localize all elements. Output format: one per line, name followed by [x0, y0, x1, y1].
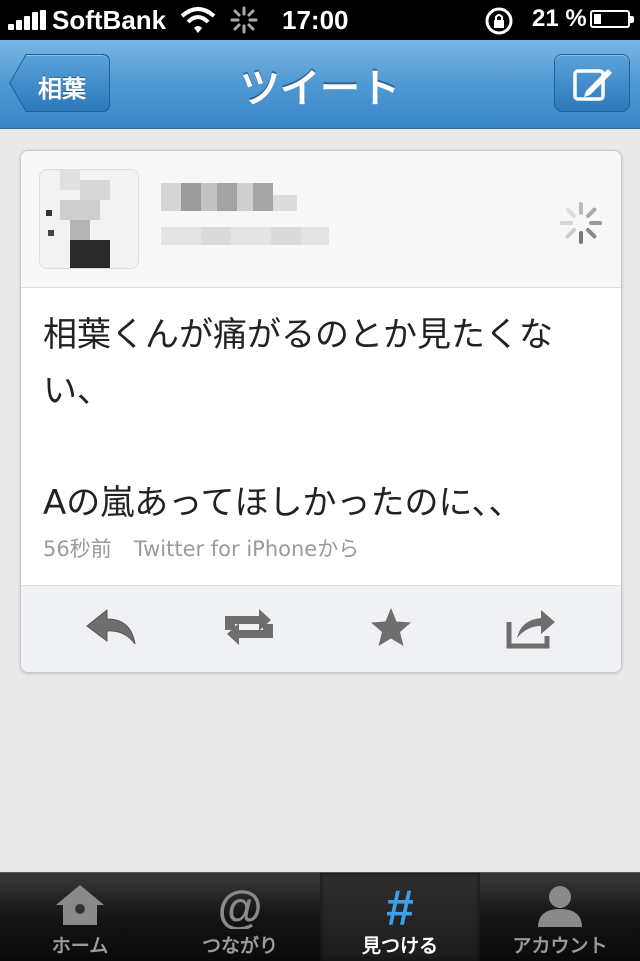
status-time: 17:00	[282, 5, 349, 35]
share-icon	[506, 610, 555, 649]
favorite-button[interactable]	[361, 604, 421, 654]
compose-tweet-button[interactable]	[554, 54, 630, 112]
page-title: ツイート	[240, 66, 400, 112]
tweet-meta: 56秒前 Twitter for iPhoneから	[43, 533, 359, 563]
home-icon	[56, 885, 104, 925]
tab-account[interactable]: アカウント	[480, 873, 640, 961]
at-icon: @	[218, 881, 263, 929]
tab-home-label: ホーム	[51, 935, 109, 957]
tweet-action-bar	[21, 585, 621, 672]
tweet-author-header[interactable]	[21, 151, 621, 288]
retweet-icon	[225, 609, 273, 645]
hashtag-icon: #	[386, 881, 414, 929]
wifi-icon	[180, 7, 216, 33]
retweet-button[interactable]	[219, 604, 279, 654]
reply-icon	[86, 608, 136, 645]
tab-connect-label: つながり	[201, 935, 278, 957]
person-icon	[538, 886, 582, 927]
tab-discover[interactable]: # 見つける	[320, 873, 480, 961]
tweet-time-ago: 56秒前	[43, 537, 112, 561]
star-icon	[371, 608, 411, 646]
network-activity-icon	[230, 6, 258, 34]
carrier-name: SoftBank	[52, 5, 167, 35]
signal-strength-icon	[8, 10, 48, 30]
rotation-lock-icon	[485, 7, 513, 35]
svg-text:@: @	[218, 881, 263, 929]
tweet-card: 相葉くんが痛がるのとか見たくない、 Aの嵐あってほしかったのに、、 56秒前 Tw…	[20, 150, 622, 673]
loading-spinner-icon	[560, 202, 602, 244]
tab-bar: ホーム @ つながり # 見つける アカウント	[0, 872, 640, 961]
tab-home[interactable]: ホーム	[0, 873, 160, 961]
reply-button[interactable]	[81, 604, 141, 654]
tweet-text: 相葉くんが痛がるのとか見たくない、 Aの嵐あってほしかったのに、、	[43, 315, 553, 523]
tab-connect[interactable]: @ つながり	[160, 873, 320, 961]
tab-discover-label: 見つける	[361, 935, 438, 957]
status-bar: SoftBank 17:00 21 %	[0, 0, 640, 40]
battery-icon	[590, 10, 634, 28]
tab-account-label: アカウント	[512, 935, 608, 957]
navigation-bar: 相葉 ツイート	[0, 40, 640, 129]
avatar[interactable]	[39, 169, 139, 269]
svg-text:#: #	[386, 881, 414, 929]
compose-icon	[573, 69, 612, 101]
tweet-client[interactable]: Twitter for iPhoneから	[134, 537, 360, 561]
share-button[interactable]	[501, 604, 561, 654]
battery-percent: 21 %	[532, 5, 587, 32]
